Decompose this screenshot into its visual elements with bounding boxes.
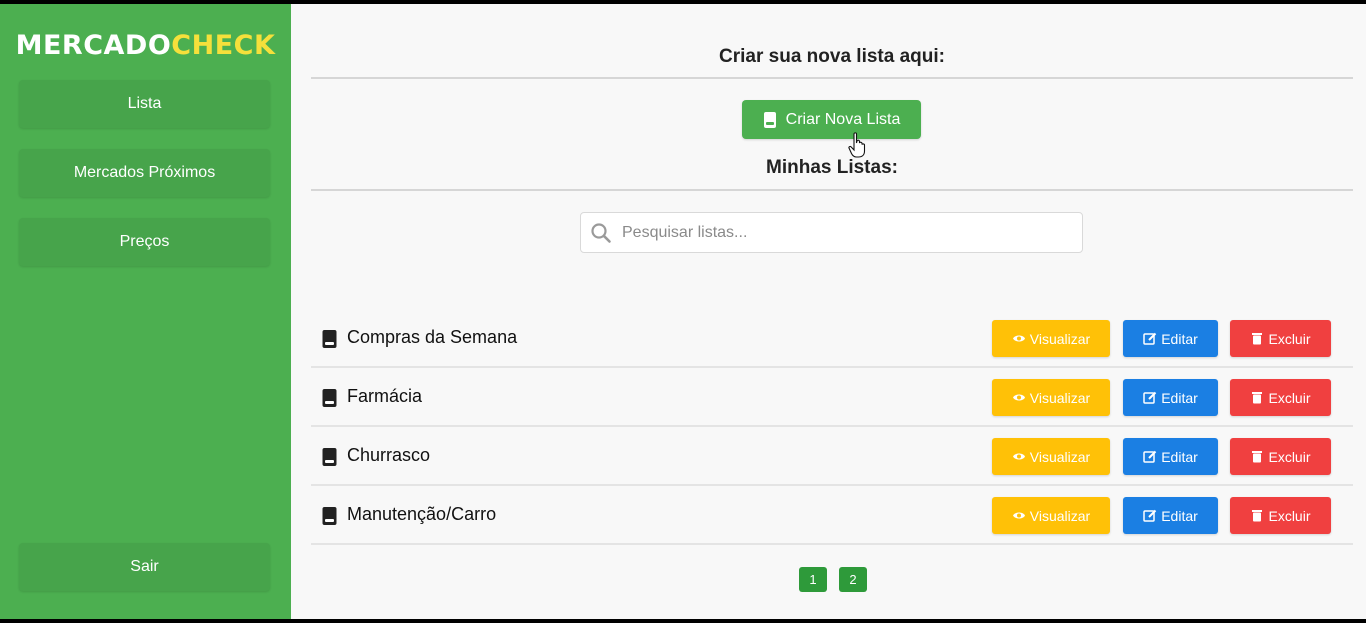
trash-icon: [1252, 333, 1263, 345]
page-1-button[interactable]: 1: [799, 567, 827, 592]
view-button[interactable]: Visualizar: [992, 379, 1110, 416]
list-item: Farmácia Visualizar Editar Excluir: [311, 368, 1353, 427]
edit-label: Editar: [1161, 389, 1198, 406]
edit-icon: [1143, 391, 1157, 404]
delete-label: Excluir: [1268, 330, 1311, 347]
eye-icon: [1012, 335, 1025, 342]
eye-icon: [1012, 394, 1025, 401]
edit-icon: [1143, 332, 1157, 345]
sidebar: MERCADOCHECK Lista Mercados Próximos Pre…: [0, 4, 291, 619]
edit-icon: [1143, 450, 1157, 463]
edit-label: Editar: [1161, 330, 1198, 347]
book-icon: [322, 330, 337, 348]
page-2-button[interactable]: 2: [839, 567, 867, 592]
search-input[interactable]: [622, 223, 1062, 242]
list-item: Compras da Semana Visualizar Editar Excl…: [311, 309, 1353, 368]
create-new-list-button[interactable]: Criar Nova Lista: [742, 100, 921, 139]
book-icon: [763, 111, 776, 128]
main-content: Criar sua nova lista aqui: Criar Nova Li…: [291, 4, 1366, 619]
sidebar-item-mercados-proximos[interactable]: Mercados Próximos: [19, 149, 270, 197]
list-name: Compras da Semana: [347, 327, 518, 347]
view-label: Visualizar: [1029, 507, 1091, 524]
list-item: Manutenção/Carro Visualizar Editar Exclu…: [311, 486, 1353, 545]
search-box: [580, 212, 1083, 253]
view-label: Visualizar: [1029, 330, 1091, 347]
edit-button[interactable]: Editar: [1123, 438, 1218, 475]
create-new-list-label: Criar Nova Lista: [785, 110, 901, 128]
list-name: Churrasco: [347, 445, 431, 465]
my-lists-heading: Minhas Listas:: [766, 157, 898, 178]
divider: [311, 189, 1353, 191]
edit-label: Editar: [1161, 448, 1198, 465]
sidebar-item-lista[interactable]: Lista: [19, 80, 270, 128]
app-window: MERCADOCHECK Lista Mercados Próximos Pre…: [0, 4, 1366, 619]
create-list-heading: Criar sua nova lista aqui:: [719, 46, 945, 67]
edit-button[interactable]: Editar: [1123, 497, 1218, 534]
view-button[interactable]: Visualizar: [992, 497, 1110, 534]
delete-button[interactable]: Excluir: [1230, 379, 1331, 416]
logout-label: Sair: [130, 558, 159, 575]
view-button[interactable]: Visualizar: [992, 438, 1110, 475]
sidebar-item-precos[interactable]: Preços: [19, 218, 270, 266]
book-icon: [322, 507, 337, 525]
edit-button[interactable]: Editar: [1123, 379, 1218, 416]
trash-icon: [1252, 451, 1263, 463]
book-icon: [322, 448, 337, 466]
sidebar-item-label: Lista: [127, 95, 162, 112]
app-logo: MERCADOCHECK: [0, 30, 291, 61]
list-item: Churrasco Visualizar Editar Excluir: [311, 427, 1353, 486]
eye-icon: [1012, 453, 1025, 460]
trash-icon: [1252, 510, 1263, 522]
list-name: Manutenção/Carro: [347, 504, 497, 524]
trash-icon: [1252, 392, 1263, 404]
edit-label: Editar: [1161, 507, 1198, 524]
hand-cursor-icon: [848, 132, 866, 158]
search-icon: [591, 222, 611, 243]
delete-label: Excluir: [1268, 448, 1311, 465]
divider: [311, 77, 1353, 79]
view-label: Visualizar: [1029, 389, 1091, 406]
delete-button[interactable]: Excluir: [1230, 497, 1331, 534]
delete-button[interactable]: Excluir: [1230, 438, 1331, 475]
delete-button[interactable]: Excluir: [1230, 320, 1331, 357]
edit-icon: [1143, 509, 1157, 522]
logo-text-mercado: MERCADO: [15, 30, 172, 61]
view-label: Visualizar: [1029, 448, 1091, 465]
delete-label: Excluir: [1268, 507, 1311, 524]
edit-button[interactable]: Editar: [1123, 320, 1218, 357]
delete-label: Excluir: [1268, 389, 1311, 406]
logout-button[interactable]: Sair: [19, 543, 270, 591]
list-name: Farmácia: [347, 386, 423, 406]
logo-text-check: CHECK: [171, 30, 276, 61]
sidebar-item-label: Mercados Próximos: [73, 164, 216, 181]
eye-icon: [1012, 512, 1025, 519]
lists-table: Compras da Semana Visualizar Editar Excl…: [311, 309, 1353, 545]
book-icon: [322, 389, 337, 407]
sidebar-item-label: Preços: [119, 233, 170, 250]
view-button[interactable]: Visualizar: [992, 320, 1110, 357]
pagination: 1 2: [799, 567, 867, 592]
